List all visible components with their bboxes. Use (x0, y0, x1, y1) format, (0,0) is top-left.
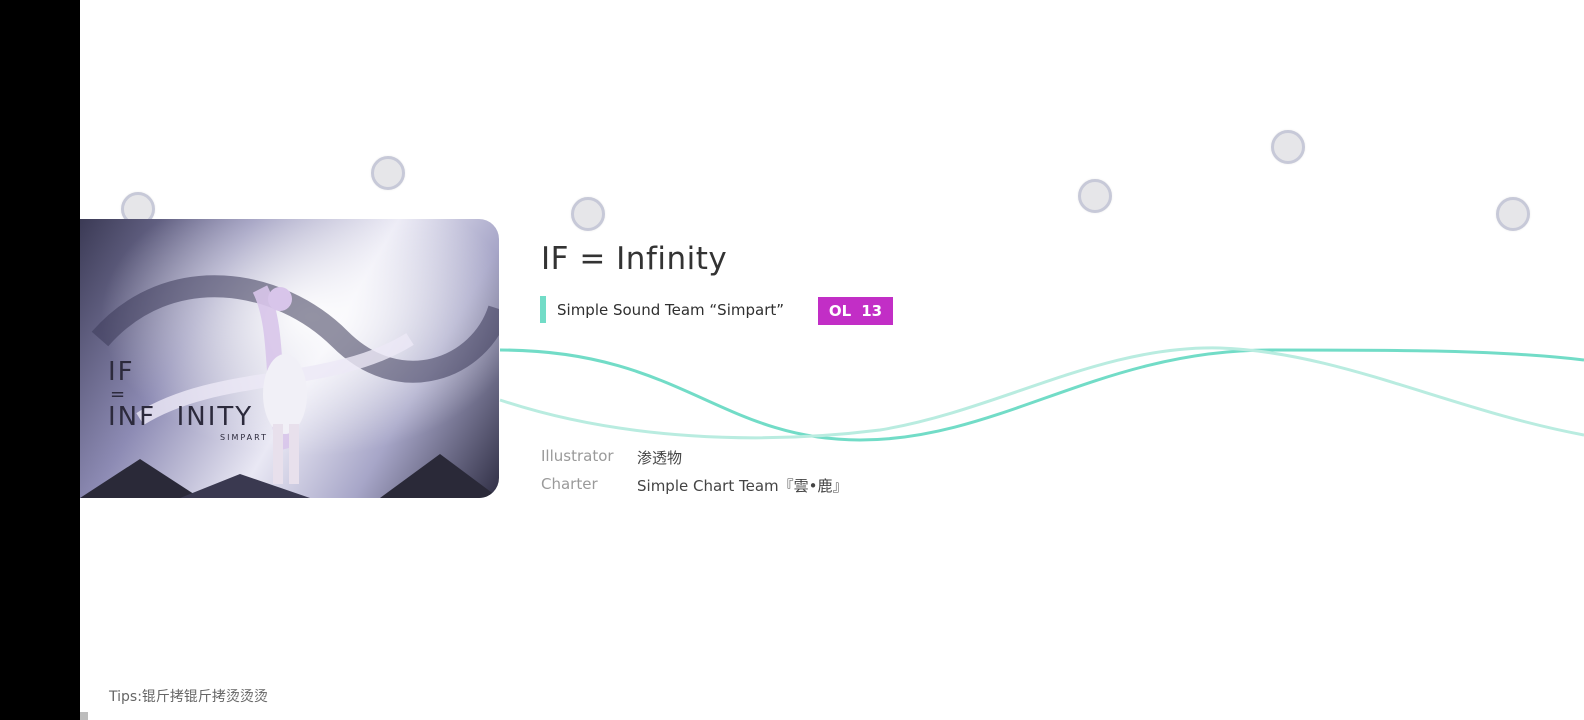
floating-bubble (1496, 197, 1530, 231)
wave-line-secondary (499, 346, 1584, 440)
floating-bubble (1271, 130, 1305, 164)
charter-label: Charter (541, 475, 598, 493)
wave-line-primary (499, 348, 1584, 442)
song-title: IF = Infinity (541, 241, 728, 277)
cover-illustration (80, 219, 499, 498)
illustrator-label: Illustrator (541, 447, 614, 465)
floating-bubble (371, 156, 405, 190)
difficulty-label: OL (828, 302, 852, 320)
song-artist: Simple Sound Team “Simpart” (557, 301, 785, 319)
illustrator-value: 渗透物 (637, 449, 683, 467)
cover-title-line3: INF INITY (108, 402, 254, 432)
song-cover-art: IF = INF INITY SIMPART (80, 219, 499, 498)
difficulty-level: 13 (861, 302, 883, 320)
cover-title-line1: IF (108, 357, 135, 387)
cover-brand: SIMPART (220, 433, 268, 442)
floating-bubble (1078, 179, 1112, 213)
charter-value: Simple Chart Team『雲•鹿』 (637, 477, 848, 495)
difficulty-badge: OL 13 (818, 297, 893, 325)
loading-tip: Tips:锟斤拷锟斤拷烫烫烫 (109, 689, 268, 705)
artist-accent-bar (540, 296, 546, 323)
floating-bubble (571, 197, 605, 231)
